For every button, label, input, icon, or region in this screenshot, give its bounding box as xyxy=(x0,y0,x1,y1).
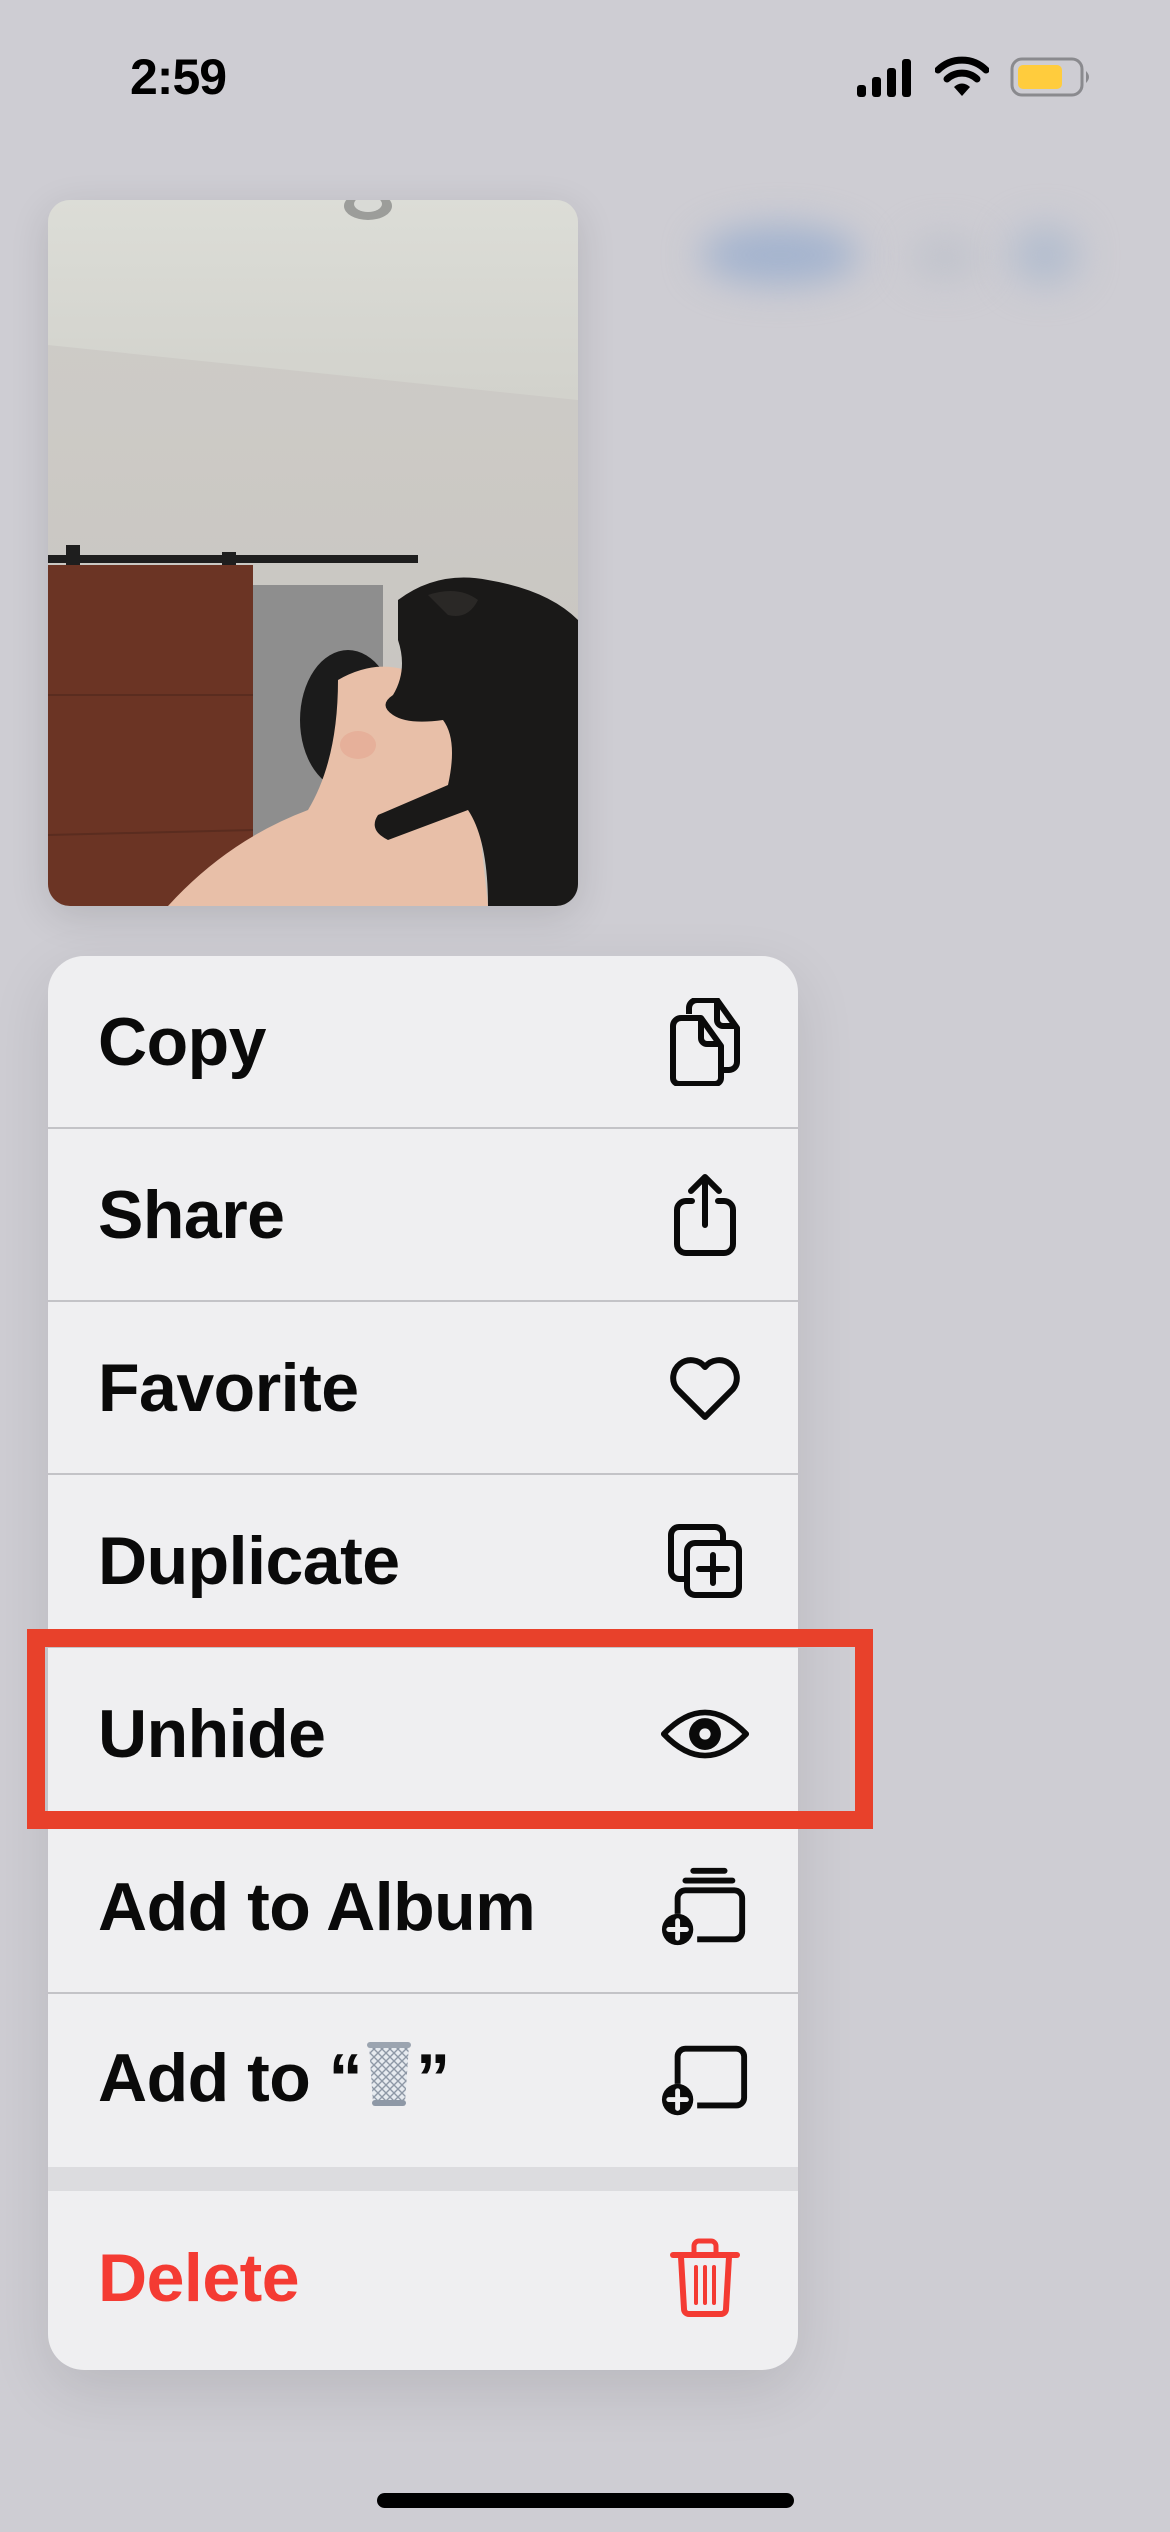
menu-item-label: Unhide xyxy=(98,1695,326,1772)
blurred-background-button xyxy=(1010,225,1080,285)
menu-item-label: Delete xyxy=(98,2239,300,2316)
heart-icon xyxy=(660,1343,750,1433)
copy-icon xyxy=(660,997,750,1087)
menu-item-label: Add to “ ” xyxy=(98,2039,450,2123)
trash-icon xyxy=(660,2233,750,2323)
menu-item-label: Share xyxy=(98,1176,285,1253)
menu-item-add-to-trash-album[interactable]: Add to “ ” xyxy=(48,1994,798,2167)
menu-item-favorite[interactable]: Favorite xyxy=(48,1302,798,1475)
label-prefix: Add to “ xyxy=(98,2039,363,2116)
eye-icon xyxy=(660,1689,750,1779)
share-icon xyxy=(660,1170,750,1260)
menu-item-unhide[interactable]: Unhide xyxy=(48,1648,798,1821)
menu-item-delete[interactable]: Delete xyxy=(48,2191,798,2364)
menu-item-label: Add to Album xyxy=(98,1868,536,1945)
duplicate-icon xyxy=(660,1516,750,1606)
status-bar: 2:59 xyxy=(0,0,1170,150)
signal-icon xyxy=(857,59,911,97)
menu-item-share[interactable]: Share xyxy=(48,1129,798,1302)
blurred-background-element xyxy=(910,235,980,280)
wastebasket-emoji xyxy=(366,2041,412,2123)
label-suffix: ” xyxy=(416,2039,450,2116)
wifi-icon xyxy=(935,56,989,96)
status-time: 2:59 xyxy=(130,49,227,105)
menu-item-copy[interactable]: Copy xyxy=(48,956,798,1129)
add-to-collection-icon xyxy=(660,2036,750,2126)
menu-item-duplicate[interactable]: Duplicate xyxy=(48,1475,798,1648)
menu-item-add-to-album[interactable]: Add to Album xyxy=(48,1821,798,1994)
photo-preview[interactable] xyxy=(48,200,578,906)
photo-image xyxy=(48,200,578,906)
menu-group-separator xyxy=(48,2167,798,2191)
menu-item-label: Duplicate xyxy=(98,1522,400,1599)
battery-icon xyxy=(1010,57,1089,97)
add-to-album-icon xyxy=(660,1862,750,1952)
menu-item-label: Favorite xyxy=(98,1349,359,1426)
menu-item-label: Copy xyxy=(98,1003,267,1080)
home-indicator[interactable] xyxy=(377,2493,794,2508)
blurred-background-button xyxy=(700,225,860,285)
context-menu: Copy Share Favorite Duplicate Unhide Add… xyxy=(48,956,798,2370)
